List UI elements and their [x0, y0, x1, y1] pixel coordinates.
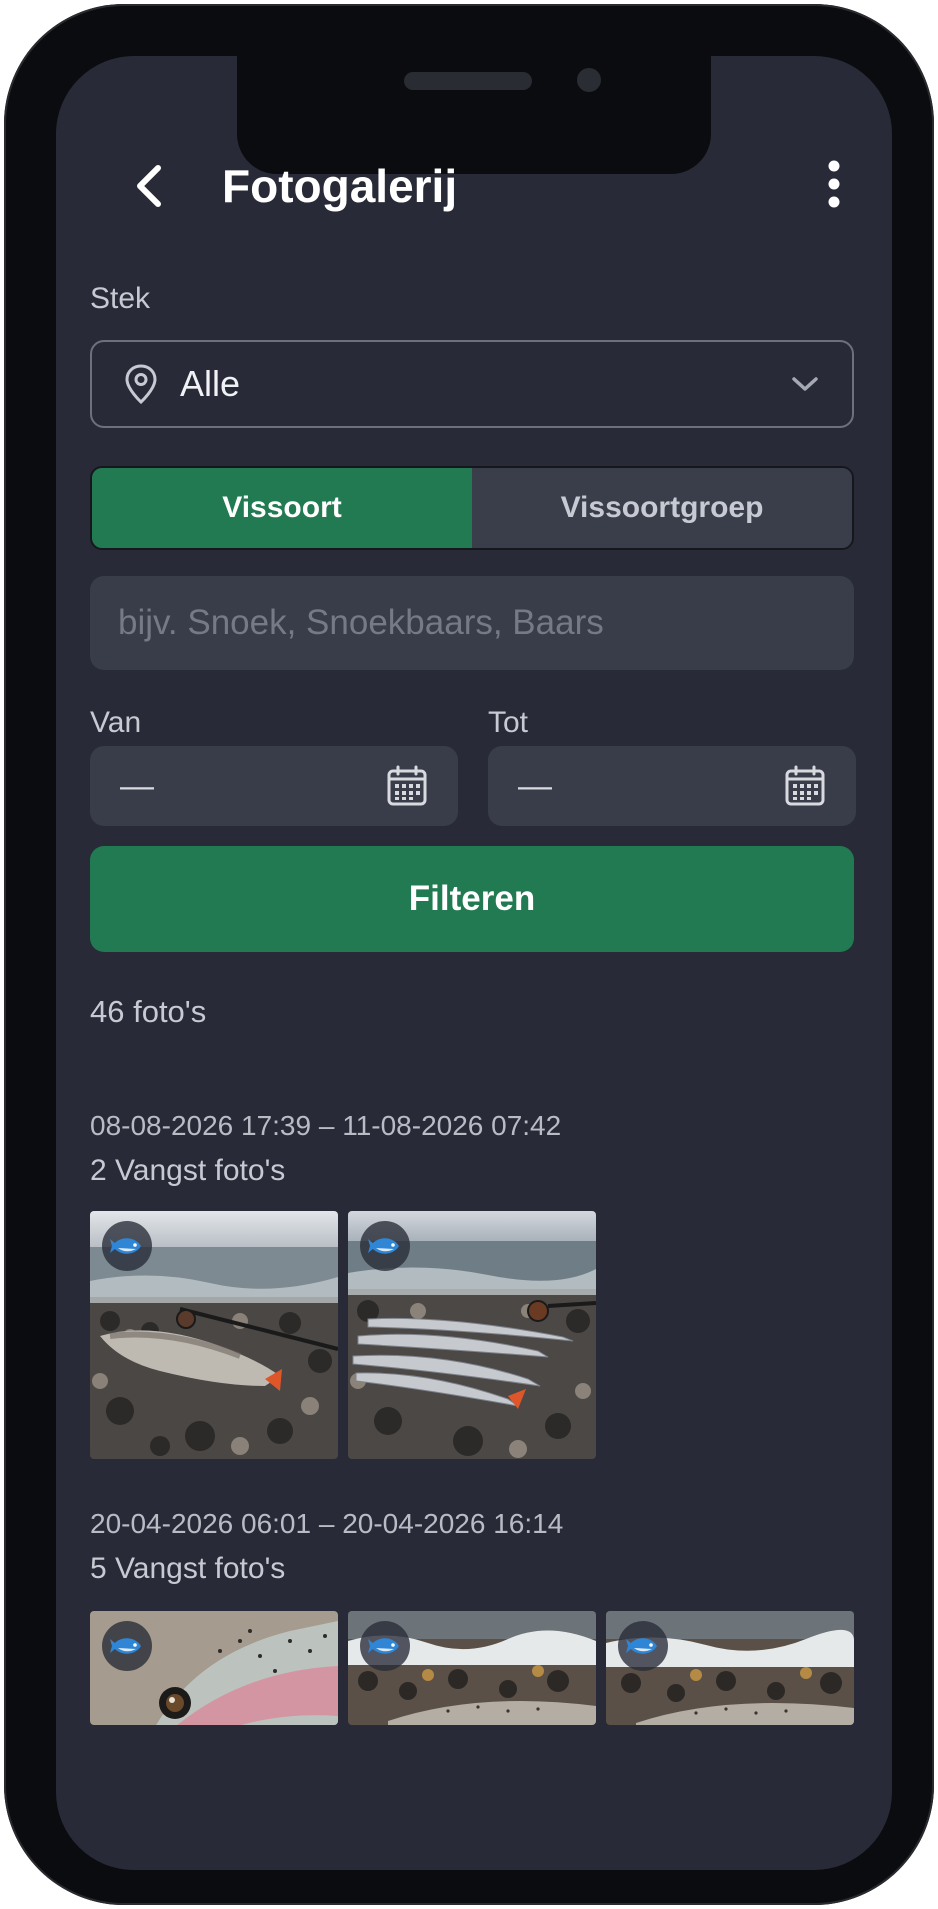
to-date-value: —	[518, 766, 552, 805]
location-pin-icon	[125, 364, 157, 404]
stek-selected-value: Alle	[180, 363, 241, 404]
fish-icon	[110, 1638, 141, 1654]
segment-vissoort[interactable]: Vissoort	[92, 468, 472, 548]
more-vertical-icon	[828, 160, 840, 208]
calendar-icon	[387, 765, 427, 806]
front-camera	[577, 68, 601, 92]
app-screen: Fotogalerij Stek Alle Vissoort Vissoortg…	[56, 56, 892, 1870]
species-mode-toggle: Vissoort Vissoortgroep	[90, 466, 854, 550]
catch-badge	[618, 1621, 668, 1671]
stek-label: Stek	[90, 282, 151, 315]
photo-thumbnail[interactable]	[348, 1211, 596, 1459]
calendar-icon	[785, 765, 825, 806]
fish-icon	[626, 1638, 657, 1654]
from-date-label: Van	[90, 706, 142, 739]
group-photo-count: 5 Vangst foto's	[90, 1552, 286, 1585]
stek-dropdown[interactable]: Alle	[90, 340, 854, 428]
group-date-range: 08-08-2026 17:39 – 11-08-2026 07:42	[90, 1110, 562, 1141]
speaker-grille	[404, 72, 532, 90]
back-arrow-icon	[137, 165, 161, 207]
group-photo-count: 2 Vangst foto's	[90, 1154, 286, 1187]
photo-thumbnail[interactable]	[90, 1611, 338, 1725]
chevron-down-icon	[792, 377, 818, 391]
photo-count: 46 foto's	[90, 994, 207, 1029]
segment-vissoortgroep[interactable]: Vissoortgroep	[472, 468, 852, 548]
group-date-range: 20-04-2026 06:01 – 20-04-2026 16:14	[90, 1508, 564, 1539]
catch-badge	[360, 1621, 410, 1671]
catch-badge	[102, 1221, 152, 1271]
from-date-value: —	[120, 766, 154, 805]
catch-badge	[102, 1621, 152, 1671]
fish-icon	[368, 1638, 399, 1654]
to-date-label: Tot	[488, 706, 529, 739]
back-button[interactable]	[114, 151, 184, 221]
catch-badge	[360, 1221, 410, 1271]
from-date-field[interactable]: —	[90, 746, 458, 826]
photo-thumbnail[interactable]	[348, 1611, 596, 1725]
filter-button[interactable]: Filteren	[90, 846, 854, 952]
species-search-input[interactable]	[90, 576, 854, 670]
to-date-field[interactable]: —	[488, 746, 856, 826]
fish-icon	[110, 1238, 141, 1254]
photo-thumbnail[interactable]	[606, 1611, 854, 1725]
page-title: Fotogalerij	[222, 160, 458, 212]
fish-icon	[368, 1238, 399, 1254]
more-options-button[interactable]	[798, 148, 870, 220]
phone-frame: Fotogalerij Stek Alle Vissoort Vissoortg…	[4, 4, 934, 1905]
photo-thumbnail[interactable]	[90, 1211, 338, 1459]
